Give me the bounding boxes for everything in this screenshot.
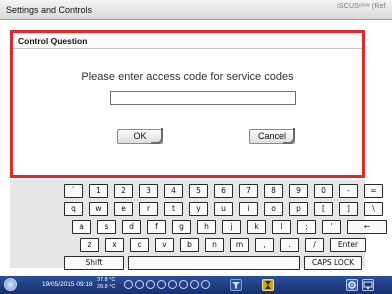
dialog-heading: Control Question <box>18 36 88 46</box>
filter-icon[interactable] <box>230 279 242 291</box>
temperature-readout: 37.8 °C 29.8 °C <box>97 277 115 291</box>
slot-indicator <box>179 280 188 289</box>
key-char[interactable]: - <box>339 184 358 198</box>
key-char[interactable]: o <box>264 202 283 216</box>
key-char[interactable]: . <box>280 238 299 252</box>
key-char[interactable]: u <box>214 202 233 216</box>
key-char[interactable]: k <box>247 220 266 234</box>
key-char[interactable]: n <box>205 238 224 252</box>
slot-indicator <box>135 280 144 289</box>
slot-indicator <box>190 280 199 289</box>
key-char[interactable]: a <box>72 220 91 234</box>
key-char[interactable]: i <box>239 202 258 216</box>
key-char[interactable]: m <box>230 238 249 252</box>
key-char[interactable]: ] <box>339 202 358 216</box>
key-enter[interactable]: Enter <box>330 238 366 252</box>
key-shift[interactable]: Shift <box>64 256 124 270</box>
temperature-2: 29.8 °C <box>97 284 116 290</box>
key-char[interactable]: h <box>197 220 216 234</box>
key-char[interactable]: 6 <box>214 184 233 198</box>
key-char[interactable]: e <box>114 202 133 216</box>
slot-indicator <box>146 280 155 289</box>
control-question-dialog: Control Question Please enter access cod… <box>10 30 365 178</box>
slot-indicator <box>168 280 177 289</box>
key-char[interactable]: = <box>364 184 383 198</box>
power-icon[interactable] <box>4 278 17 291</box>
window-title: Settings and Controls <box>6 5 93 15</box>
key-char[interactable]: \ <box>364 202 383 216</box>
ok-button[interactable]: OK <box>117 128 163 144</box>
key-char[interactable]: 7 <box>239 184 258 198</box>
key-char[interactable]: 1 <box>89 184 108 198</box>
slot-indicator <box>201 280 210 289</box>
key-char[interactable]: 4 <box>164 184 183 198</box>
hourglass-icon[interactable] <box>262 279 274 291</box>
brand-logo: iSCUSᵉˡᵒʷ (Ref. <box>337 3 388 10</box>
key-char[interactable]: , <box>255 238 274 252</box>
key-char[interactable]: p <box>289 202 308 216</box>
temperature-1: 37.8 °C <box>97 277 116 283</box>
key-char[interactable]: s <box>97 220 116 234</box>
key-char[interactable]: 2 <box>114 184 133 198</box>
key-char[interactable]: q <box>64 202 83 216</box>
key-char[interactable]: t <box>164 202 183 216</box>
key-caps-lock[interactable]: CAPS LOCK <box>304 256 362 270</box>
heading-divider <box>13 48 362 49</box>
title-bar: Settings and Controls iSCUSᵉˡᵒʷ (Ref. <box>0 0 392 20</box>
key-char[interactable]: [ <box>314 202 333 216</box>
key-char[interactable]: b <box>180 238 199 252</box>
key-char[interactable]: f <box>147 220 166 234</box>
key-char[interactable]: / <box>305 238 324 252</box>
key-char[interactable]: z <box>80 238 99 252</box>
key-char[interactable]: c <box>130 238 149 252</box>
key-char[interactable]: v <box>155 238 174 252</box>
key-char[interactable]: r <box>139 202 158 216</box>
key-char[interactable]: ; <box>297 220 316 234</box>
key-char[interactable]: ` <box>64 184 83 198</box>
slot-indicator <box>157 280 166 289</box>
key-char[interactable]: 8 <box>264 184 283 198</box>
access-code-prompt: Please enter access code for service cod… <box>81 71 294 83</box>
key-char[interactable]: 9 <box>289 184 308 198</box>
key-char[interactable]: w <box>89 202 108 216</box>
gear-icon[interactable] <box>346 279 358 291</box>
key-char[interactable]: g <box>172 220 191 234</box>
key-char[interactable]: x <box>105 238 124 252</box>
slot-indicator <box>124 280 133 289</box>
key-char[interactable]: y <box>189 202 208 216</box>
key-char[interactable]: ' <box>322 220 341 234</box>
key-char[interactable]: l <box>272 220 291 234</box>
key-char[interactable]: d <box>122 220 141 234</box>
on-screen-keyboard: ` 1 2 3 4 5 6 7 8 9 0- = q w e r t y u i o p [] \ a s d f g h j k l; ' ← z x… <box>10 180 387 270</box>
key-backspace[interactable]: ← <box>347 220 387 234</box>
key-char[interactable]: j <box>222 220 241 234</box>
key-char[interactable]: 0 <box>314 184 333 198</box>
key-char[interactable]: 3 <box>139 184 158 198</box>
date-time: 19/05/2015 09:18 <box>42 281 93 288</box>
key-space[interactable] <box>128 256 300 270</box>
status-taskbar: 19/05/2015 09:18 37.8 °C 29.8 °C <box>0 276 392 294</box>
key-char[interactable]: 5 <box>189 184 208 198</box>
monitor-icon[interactable] <box>362 279 374 291</box>
access-code-input[interactable] <box>110 91 296 105</box>
cancel-button[interactable]: Cancel <box>249 128 295 144</box>
